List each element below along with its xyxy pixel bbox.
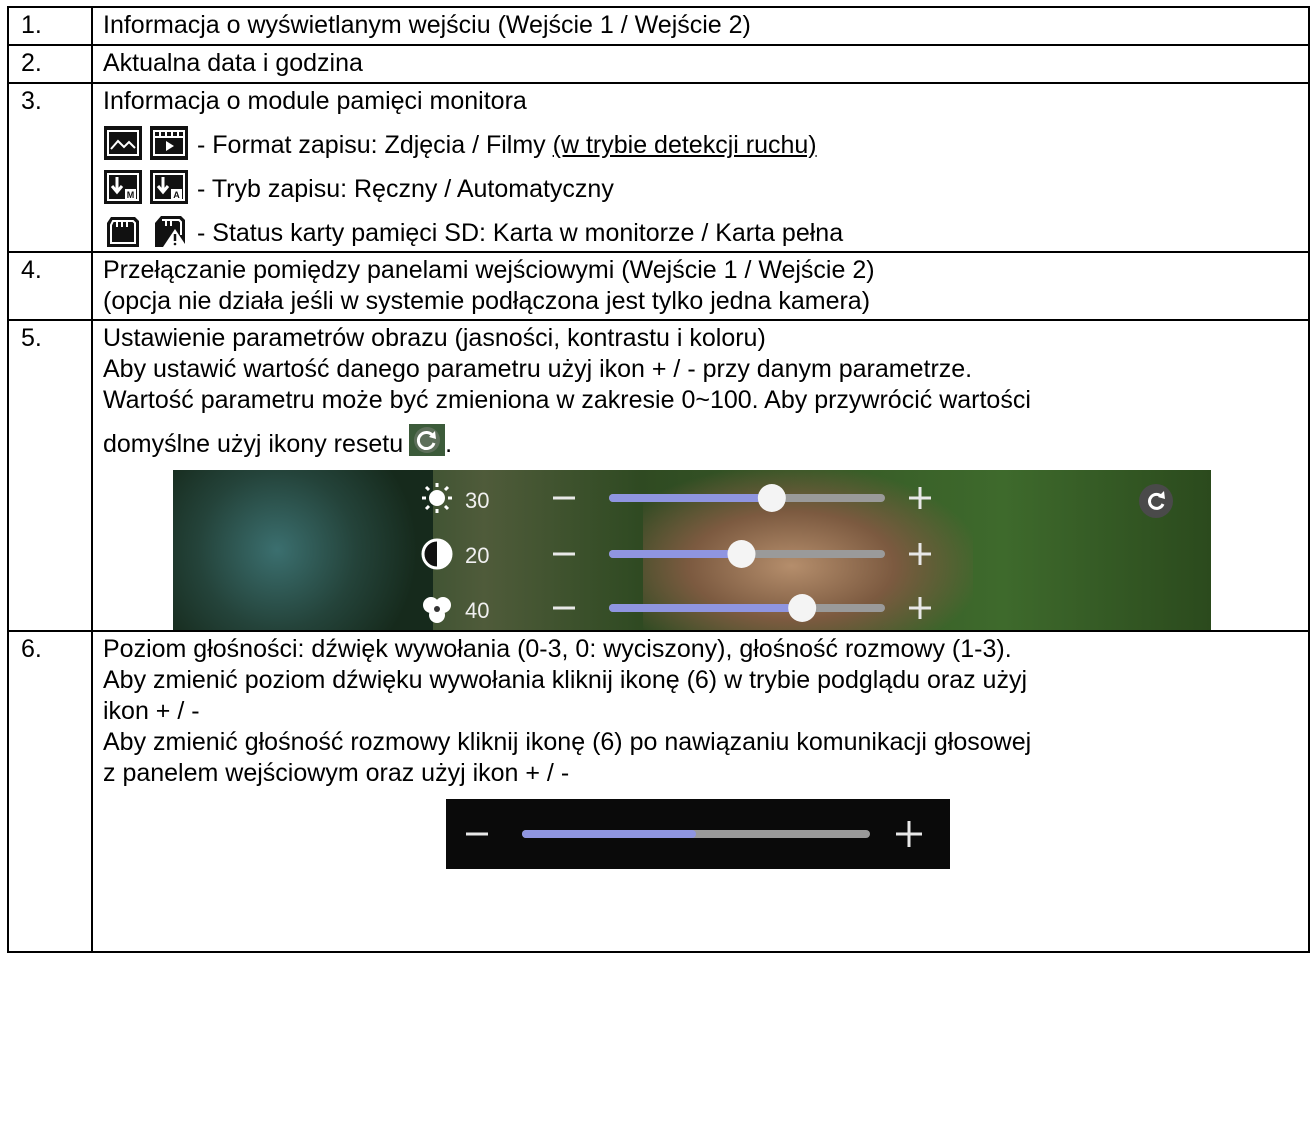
row-number: 5. (7, 319, 93, 632)
reset-icon (409, 424, 446, 456)
slider-fill (609, 550, 742, 558)
row-text: z panelem wejściowym oraz użyj ikon + / … (103, 759, 570, 787)
svg-text:M: M (127, 190, 135, 200)
row-content: Poziom głośności: dźwięk wywołania (0-3,… (91, 630, 1310, 953)
slider-panel: 30 20 40 (421, 483, 1173, 623)
volume-screenshot (446, 799, 950, 869)
contrast-value: 20 (465, 543, 489, 568)
format-text: - Format zapisu: Zdjęcia / Filmy (197, 131, 546, 159)
color-icon (423, 597, 451, 623)
row-text: Aby zmienić poziom dźwięku wywołania kli… (103, 666, 1028, 694)
slider-fill (609, 494, 772, 502)
table-row: 6. Poziom głośności: dźwięk wywołania (0… (7, 630, 1310, 953)
row-text: ikon + / - (103, 697, 200, 725)
volume-plus-button[interactable] (896, 821, 922, 847)
row-text: Informacja o wyświetlanym wejściu (Wejśc… (91, 6, 1310, 46)
row-number: 2. (7, 44, 93, 84)
save-mode-text: - Tryb zapisu: Ręczny / Automatyczny (197, 175, 614, 203)
table-row: 5. Ustawienie parametrów obrazu (jasnośc… (7, 319, 1310, 632)
image-settings-screenshot: 30 20 40 (173, 470, 1211, 630)
slider-knob[interactable] (788, 594, 817, 622)
slider-value: 40 (465, 598, 489, 623)
row-content: Informacja o module pamięci monitora - F… (91, 82, 1310, 253)
brightness-value: 30 (465, 488, 489, 513)
slider-value: 20 (465, 543, 489, 568)
sd-card-icon (107, 217, 139, 247)
row-text: (opcja nie działa jeśli w systemie podłą… (103, 287, 871, 315)
row-text: . (445, 430, 453, 458)
manual-save-icon: M (104, 170, 142, 204)
svg-text:A: A (173, 190, 180, 200)
row-number: 6. (7, 630, 93, 953)
instruction-table: 1. Informacja o wyświetlanym wejściu (We… (7, 6, 1310, 953)
table-row: 4. Przełączanie pomiędzy panelami wejści… (7, 251, 1310, 321)
motion-detection-note: (w trybie detekcji ruchu) (552, 131, 817, 159)
row-text: Poziom głośności: dźwięk wywołania (0-3,… (103, 635, 1012, 663)
row-text: Aby ustawić wartość danego parametru uży… (103, 355, 973, 383)
table-row: 3. Informacja o module pamięci monitora … (7, 82, 1310, 253)
row-title: Informacja o module pamięci monitora (103, 87, 527, 115)
row-spacer (103, 869, 1298, 949)
auto-save-icon: A (150, 170, 188, 204)
sd-status-text: - Status karty pamięci SD: Karta w monit… (197, 219, 844, 247)
row-text: Przełączanie pomiędzy panelami wejściowy… (103, 256, 875, 284)
save-mode-line: M A - Tryb zapisu: Ręczny / Automatyczny (103, 161, 1298, 205)
table-row: 1. Informacja o wyświetlanym wejściu (We… (7, 6, 1310, 46)
row-number: 3. (7, 82, 93, 253)
color-value: 40 (465, 598, 489, 623)
reset-icon[interactable] (1139, 484, 1173, 518)
table-row: 2. Aktualna data i godzina (7, 44, 1310, 84)
plus-button[interactable] (909, 487, 931, 509)
manual-page: 1. Informacja o wyświetlanym wejściu (We… (0, 0, 1312, 1124)
row-text: Ustawienie parametrów obrazu (jasności, … (103, 324, 766, 352)
slider-value: 30 (465, 488, 489, 513)
format-line: - Format zapisu: Zdjęcia / Filmy (w tryb… (103, 117, 1298, 161)
row-text: domyślne użyj ikony resetu (103, 430, 404, 458)
row-number: 4. (7, 251, 93, 321)
row-text: Aktualna data i godzina (91, 44, 1310, 84)
row-text: Aby zmienić głośność rozmowy kliknij iko… (103, 728, 1032, 756)
brightness-icon (422, 483, 452, 513)
slider-knob[interactable] (757, 484, 786, 512)
slider-group (553, 484, 931, 622)
plus-button[interactable] (909, 597, 931, 619)
video-format-icon (150, 126, 188, 160)
row-content: Ustawienie parametrów obrazu (jasności, … (91, 319, 1310, 632)
volume-slider (466, 821, 922, 847)
contrast-icon (421, 538, 453, 570)
slider-fill (609, 604, 803, 612)
volume-fill (522, 830, 696, 838)
row-number: 1. (7, 6, 93, 46)
plus-button[interactable] (909, 543, 931, 565)
photo-format-icon (104, 126, 142, 160)
reset-line: domyślne użyj ikony resetu. (103, 424, 1298, 460)
sd-status-line: - Status karty pamięci SD: Karta w monit… (103, 205, 1298, 249)
row-content: Przełączanie pomiędzy panelami wejściowy… (91, 251, 1310, 321)
row-text: Wartość parametru może być zmieniona w z… (103, 386, 1031, 414)
sd-card-full-icon (155, 216, 187, 247)
slider-knob[interactable] (727, 540, 756, 568)
